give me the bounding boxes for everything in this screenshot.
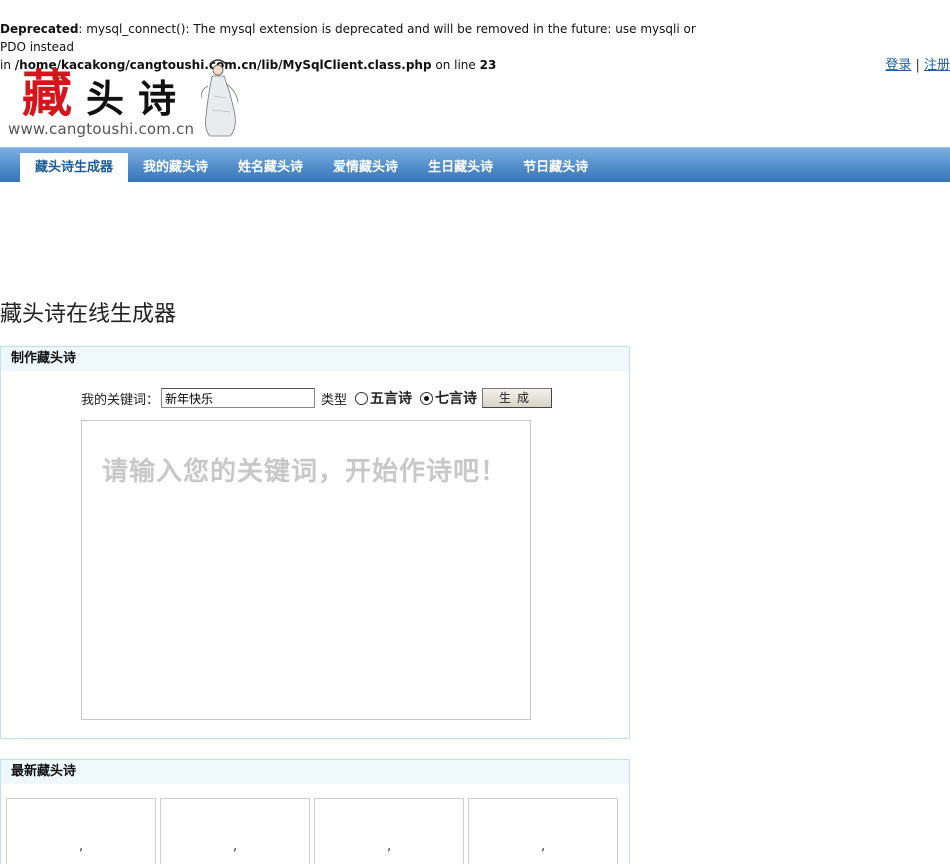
warning-label: Deprecated (0, 22, 79, 36)
poet-figure-icon (201, 59, 239, 137)
register-link[interactable]: 注册 (924, 58, 950, 73)
page-title: 藏头诗在线生成器 (0, 302, 177, 327)
nav-tab-festival-poems[interactable]: 节日藏头诗 (508, 153, 603, 183)
make-poem-panel: 制作藏头诗 我的关键词： 类型 五言诗 七言诗 生成 请输入您的关键词，开始作诗… (0, 346, 630, 739)
nav-tab-generator[interactable]: 藏头诗生成器 (20, 153, 129, 183)
poem-placeholder: 请输入您的关键词，开始作诗吧！ (102, 457, 508, 487)
login-link[interactable]: 登录 (885, 58, 911, 73)
warning-on-line: on line (431, 58, 480, 72)
top-links: 登录 | 注册 (885, 54, 950, 73)
latest-poems-header: 最新藏头诗 (1, 760, 629, 784)
make-poem-header: 制作藏头诗 (1, 347, 629, 371)
radio-five-char-label[interactable]: 五言诗 (370, 388, 412, 408)
nav-tab-my-poems[interactable]: 我的藏头诗 (128, 153, 223, 183)
poem-card-text: , (387, 839, 392, 854)
logo-char-cang: 藏 (22, 64, 72, 123)
radio-seven-char[interactable] (420, 391, 434, 405)
nav-tab-name-poems[interactable]: 姓名藏头诗 (223, 153, 318, 183)
latest-poem-card[interactable]: , (468, 798, 618, 864)
radio-five-char[interactable] (355, 391, 369, 405)
nav-tab-love-poems[interactable]: 爱情藏头诗 (318, 153, 413, 183)
logo-char-tou: 头 (86, 76, 125, 121)
main-nav: 藏头诗生成器 我的藏头诗 姓名藏头诗 爱情藏头诗 生日藏头诗 节日藏头诗 (0, 147, 950, 183)
poem-card-text: , (79, 839, 84, 854)
link-separator: | (911, 58, 924, 73)
latest-poem-card[interactable]: , (160, 798, 310, 864)
type-label: 类型 (321, 392, 348, 408)
latest-poem-card[interactable]: , (6, 798, 156, 864)
logo-url: www.cangtoushi.com.cn (8, 120, 195, 138)
warning-line-number: 23 (479, 58, 497, 72)
site-logo[interactable]: 藏 头 诗 www.cangtoushi.com.cn (0, 56, 250, 140)
generate-button[interactable]: 生成 (482, 388, 553, 408)
latest-poem-card[interactable]: , (314, 798, 464, 864)
logo-char-shi: 诗 (138, 76, 177, 121)
poem-card-text: , (541, 839, 546, 854)
nav-tab-birthday-poems[interactable]: 生日藏头诗 (413, 153, 508, 183)
warning-message: : mysql_connect(): The mysql extension i… (0, 22, 696, 54)
keyword-label: 我的关键词： (81, 392, 160, 408)
poem-card-text: , (233, 839, 238, 854)
keyword-form: 我的关键词： 类型 五言诗 七言诗 生成 (81, 387, 553, 409)
latest-poems-panel: 最新藏头诗 , , , , (0, 759, 630, 864)
poem-output-box: 请输入您的关键词，开始作诗吧！ (81, 420, 531, 720)
radio-seven-char-label[interactable]: 七言诗 (435, 388, 477, 408)
keyword-input[interactable] (161, 388, 316, 408)
